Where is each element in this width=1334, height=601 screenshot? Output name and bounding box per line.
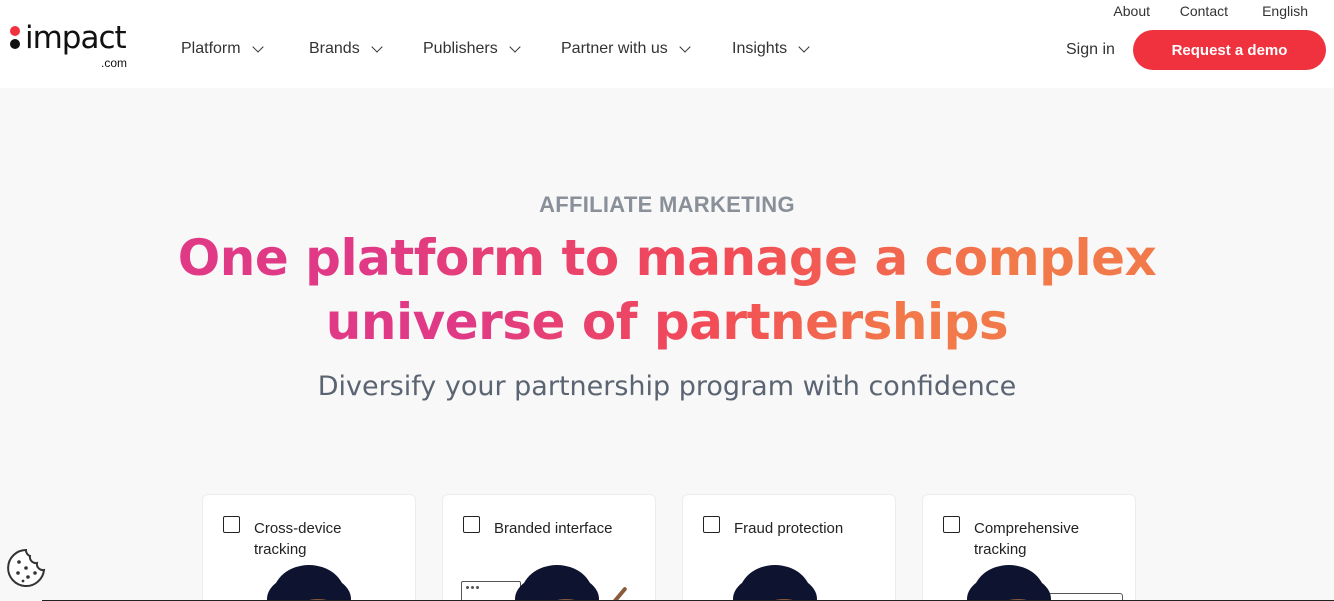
feature-checkbox[interactable] [943,516,960,533]
person-illustration [733,565,817,601]
feature-checkbox[interactable] [703,516,720,533]
language-selector[interactable]: English [1262,3,1308,19]
feature-label: Fraud protection [734,520,844,537]
hero-subheadline: Diversify your partnership program with … [317,371,1017,402]
chevron-down-icon [679,40,691,53]
sign-in-link[interactable]: Sign in [1066,41,1115,59]
hero-eyebrow: AFFILIATE MARKETING [539,192,795,217]
feature-card-branded-interface[interactable]: Branded interface [442,494,656,601]
feature-card-cross-device[interactable]: Cross-device tracking [202,494,416,601]
browser-window-illustration [461,581,521,601]
person-illustration [267,565,351,601]
feature-card-fraud-protection[interactable]: Fraud protection [682,494,896,601]
nav-item-platform[interactable]: Platform [181,40,264,58]
feature-label: Branded interface [494,520,613,537]
nav-item-insights[interactable]: Insights [732,40,810,58]
nav-label: Publishers [423,40,498,57]
nav-item-partner-with-us[interactable]: Partner with us [561,40,691,58]
person-illustration [967,565,1051,601]
feature-label: Comprehensive tracking [974,520,1080,558]
hero-headline-line-2: universe of partnerships [326,290,1009,354]
logo-dot-red [10,26,20,36]
hero-headline: One platform to manage a complex univers… [0,226,1334,354]
chevron-down-icon [798,40,810,53]
nav-item-brands[interactable]: Brands [309,40,383,58]
feature-checkbox[interactable] [223,516,240,533]
feature-checkbox[interactable] [463,516,480,533]
nav-label: Brands [309,40,360,57]
nav-label: Platform [181,40,241,57]
chevron-down-icon [251,40,264,53]
impact-logo[interactable]: impact .com [8,20,138,72]
site-header: About Contact English impact .com Platfo… [0,0,1334,88]
contact-link[interactable]: Contact [1180,3,1228,19]
nav-item-publishers[interactable]: Publishers [423,40,521,58]
chevron-down-icon [371,40,383,53]
nav-label: Insights [732,40,788,57]
request-demo-button[interactable]: Request a demo [1133,30,1326,70]
logo-dot-black [10,39,20,49]
nav-label: Partner with us [561,40,668,57]
logo-domain: .com [101,56,128,70]
logo-wordmark: impact [25,20,127,56]
feature-card-comprehensive-tracking[interactable]: Comprehensive tracking [922,494,1136,601]
about-link[interactable]: About [1113,3,1150,19]
feature-label: Cross-device tracking [254,520,342,558]
person-illustration [515,565,599,601]
cookie-icon[interactable] [6,548,46,588]
chevron-down-icon [509,40,521,53]
wand-illustration [610,586,628,601]
hero-headline-line-1: One platform to manage a complex [178,226,1157,290]
